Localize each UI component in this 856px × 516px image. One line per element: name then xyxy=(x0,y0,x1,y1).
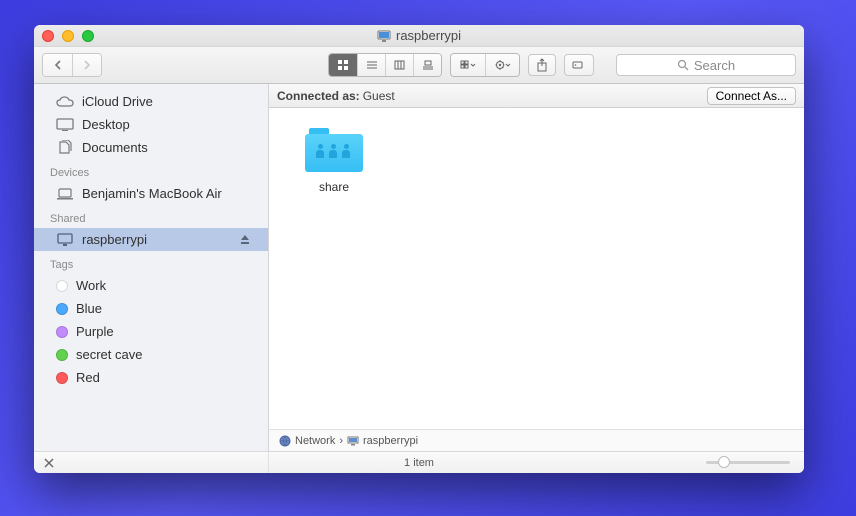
sidebar-item-documents[interactable]: Documents xyxy=(34,136,268,159)
tag-dot-icon xyxy=(56,326,68,338)
sidebar-item-label: Documents xyxy=(82,140,148,155)
eject-icon[interactable] xyxy=(240,234,250,245)
connect-as-button[interactable]: Connect As... xyxy=(707,87,796,105)
status-text: 1 item xyxy=(404,457,434,469)
sidebar-item-label: raspberrypi xyxy=(82,232,147,247)
minimize-button[interactable] xyxy=(62,30,74,42)
content-area[interactable]: share xyxy=(269,108,804,429)
share-button[interactable] xyxy=(528,54,556,76)
tag-dot-icon xyxy=(56,349,68,361)
chevron-right-icon: › xyxy=(339,435,343,447)
monitor-icon xyxy=(347,436,359,446)
close-icon[interactable] xyxy=(44,458,54,468)
search-field[interactable]: Search xyxy=(616,54,796,76)
connection-value: Guest xyxy=(363,89,395,103)
laptop-icon xyxy=(56,186,74,201)
window-title-text: raspberrypi xyxy=(396,28,461,43)
sidebar-item-label: Red xyxy=(76,370,100,385)
tag-dot-icon xyxy=(56,303,68,315)
tags-header: Tags xyxy=(34,251,268,274)
view-mode-group xyxy=(328,53,442,77)
connection-label: Connected as: xyxy=(277,89,360,103)
sidebar-tag-blue[interactable]: Blue xyxy=(34,297,268,320)
slider-thumb[interactable] xyxy=(718,456,730,468)
arrange-action-group xyxy=(450,53,520,77)
sidebar-item-desktop[interactable]: Desktop xyxy=(34,113,268,136)
close-button[interactable] xyxy=(42,30,54,42)
sidebar-tag-work[interactable]: Work xyxy=(34,274,268,297)
column-view-button[interactable] xyxy=(385,54,413,76)
icon-view-button[interactable] xyxy=(329,54,357,76)
sidebar-tag-purple[interactable]: Purple xyxy=(34,320,268,343)
path-root[interactable]: Network xyxy=(295,435,335,447)
documents-icon xyxy=(56,140,74,155)
main-area: Connected as: Guest Connect As... share xyxy=(269,84,804,451)
connection-bar: Connected as: Guest Connect As... xyxy=(269,84,804,108)
sidebar-item-label: Desktop xyxy=(82,117,130,132)
shared-folder-icon xyxy=(305,126,363,172)
window-title: raspberrypi xyxy=(377,28,461,43)
back-button[interactable] xyxy=(43,54,72,76)
forward-button[interactable] xyxy=(72,54,101,76)
path-bar: Network › raspberrypi xyxy=(269,429,804,451)
icon-size-slider[interactable] xyxy=(706,461,790,464)
sidebar-tag-red[interactable]: Red xyxy=(34,366,268,389)
window-body: iCloud Drive Desktop Documents Devices B… xyxy=(34,84,804,451)
traffic-lights xyxy=(42,30,94,42)
sidebar: iCloud Drive Desktop Documents Devices B… xyxy=(34,84,269,451)
sidebar-tag-secretcave[interactable]: secret cave xyxy=(34,343,268,366)
sidebar-item-label: iCloud Drive xyxy=(82,94,153,109)
tags-button[interactable] xyxy=(564,54,594,76)
monitor-icon xyxy=(56,232,74,247)
titlebar[interactable]: raspberrypi xyxy=(34,25,804,47)
sidebar-item-icloud[interactable]: iCloud Drive xyxy=(34,90,268,113)
cloud-icon xyxy=(56,94,74,109)
status-bar: 1 item xyxy=(34,451,804,473)
list-view-button[interactable] xyxy=(357,54,385,76)
status-left xyxy=(34,452,269,473)
toolbar: Search xyxy=(34,47,804,84)
finder-window: raspberrypi Search iCloud D xyxy=(34,25,804,473)
shared-header: Shared xyxy=(34,205,268,228)
maximize-button[interactable] xyxy=(82,30,94,42)
desktop-icon xyxy=(56,117,74,132)
tag-dot-icon xyxy=(56,372,68,384)
folder-item-share[interactable]: share xyxy=(289,126,379,194)
search-icon xyxy=(677,59,689,71)
path-current[interactable]: raspberrypi xyxy=(363,435,418,447)
nav-buttons xyxy=(42,53,102,77)
sidebar-item-label: Work xyxy=(76,278,106,293)
action-button[interactable] xyxy=(485,54,519,76)
devices-header: Devices xyxy=(34,159,268,182)
sidebar-item-macbook[interactable]: Benjamin's MacBook Air xyxy=(34,182,268,205)
sidebar-item-label: Purple xyxy=(76,324,114,339)
monitor-icon xyxy=(377,30,391,42)
search-placeholder: Search xyxy=(694,58,735,73)
folder-name: share xyxy=(319,180,349,194)
tag-dot-icon xyxy=(56,280,68,292)
sidebar-item-label: Blue xyxy=(76,301,102,316)
coverflow-view-button[interactable] xyxy=(413,54,441,76)
arrange-button[interactable] xyxy=(451,54,485,76)
sidebar-item-raspberrypi[interactable]: raspberrypi xyxy=(34,228,268,251)
sidebar-item-label: secret cave xyxy=(76,347,142,362)
sidebar-item-label: Benjamin's MacBook Air xyxy=(82,186,222,201)
globe-icon xyxy=(279,435,291,447)
